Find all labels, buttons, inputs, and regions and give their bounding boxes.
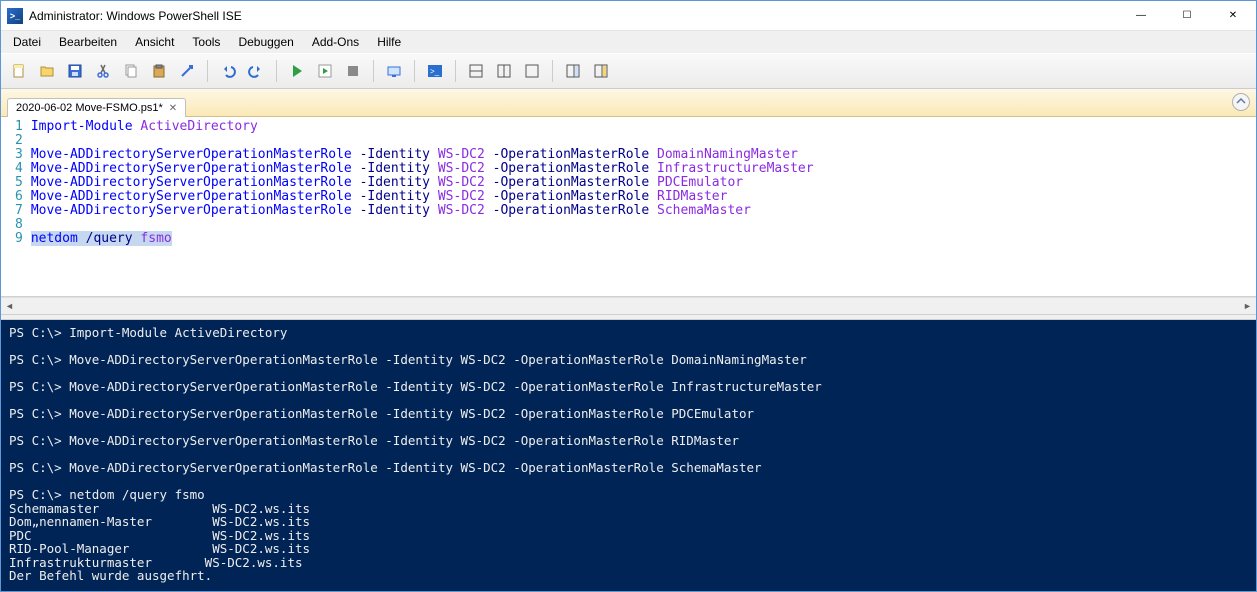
close-button[interactable]: ✕ [1210,1,1256,31]
save-icon[interactable] [63,59,87,83]
tabstrip: 2020-06-02 Move-FSMO.ps1* ✕ [1,89,1256,117]
code-line[interactable]: Move-ADDirectoryServerOperationMasterRol… [31,190,814,204]
menu-hilfe[interactable]: Hilfe [369,33,409,51]
run-script-icon[interactable] [285,59,309,83]
menubar: DateiBearbeitenAnsichtToolsDebuggenAdd-O… [1,31,1256,53]
maximize-button[interactable]: ☐ [1164,1,1210,31]
clear-icon[interactable] [175,59,199,83]
tab-label: 2020-06-02 Move-FSMO.ps1* [16,102,163,114]
toolbar: >_ [1,53,1256,89]
expand-script-pane-icon[interactable] [1232,93,1250,111]
svg-text:>_: >_ [430,67,440,76]
menu-ansicht[interactable]: Ansicht [127,33,182,51]
minimize-button[interactable]: — [1118,1,1164,31]
menu-datei[interactable]: Datei [5,33,49,51]
code-line[interactable]: Import-Module ActiveDirectory [31,120,814,134]
layout-full-icon[interactable] [520,59,544,83]
tab-close-icon[interactable]: ✕ [169,103,177,114]
code-line[interactable]: Move-ADDirectoryServerOperationMasterRol… [31,204,814,218]
open-file-icon[interactable] [35,59,59,83]
layout-vertical-icon[interactable] [492,59,516,83]
paste-icon[interactable] [147,59,171,83]
code-line[interactable]: Move-ADDirectoryServerOperationMasterRol… [31,176,814,190]
code-line[interactable] [31,218,814,232]
stop-icon[interactable] [341,59,365,83]
redo-icon[interactable] [244,59,268,83]
menu-bearbeiten[interactable]: Bearbeiten [51,33,125,51]
menu-tools[interactable]: Tools [184,33,228,51]
app-icon: >_ [7,8,23,24]
code-line[interactable]: netdom /query fsmo [31,232,814,246]
cut-icon[interactable] [91,59,115,83]
layout-horizontal-icon[interactable] [464,59,488,83]
undo-icon[interactable] [216,59,240,83]
menu-add-ons[interactable]: Add-Ons [304,33,367,51]
scroll-right-icon[interactable]: ► [1239,298,1256,315]
script-tab[interactable]: 2020-06-02 Move-FSMO.ps1* ✕ [7,98,186,117]
code-line[interactable]: Move-ADDirectoryServerOperationMasterRol… [31,148,814,162]
console-pane[interactable]: PS C:\> Import-Module ActiveDirectory PS… [1,320,1256,591]
show-addon-icon[interactable] [589,59,613,83]
titlebar: >_ Administrator: Windows PowerShell ISE… [1,1,1256,31]
code-line[interactable] [31,134,814,148]
new-file-icon[interactable] [7,59,31,83]
remote-icon[interactable] [382,59,406,83]
line-gutter: 123456789 [1,117,31,296]
script-editor[interactable]: 123456789 Import-Module ActiveDirectory … [1,117,1256,297]
editor-horizontal-scrollbar[interactable]: ◄ ► [1,297,1256,314]
show-command-icon[interactable] [561,59,585,83]
code-line[interactable]: Move-ADDirectoryServerOperationMasterRol… [31,162,814,176]
copy-icon[interactable] [119,59,143,83]
scroll-left-icon[interactable]: ◄ [1,298,18,315]
powershell-icon[interactable]: >_ [423,59,447,83]
window-title: Administrator: Windows PowerShell ISE [29,9,1118,23]
code-area[interactable]: Import-Module ActiveDirectory Move-ADDir… [31,117,814,296]
run-selection-icon[interactable] [313,59,337,83]
menu-debuggen[interactable]: Debuggen [230,33,301,51]
